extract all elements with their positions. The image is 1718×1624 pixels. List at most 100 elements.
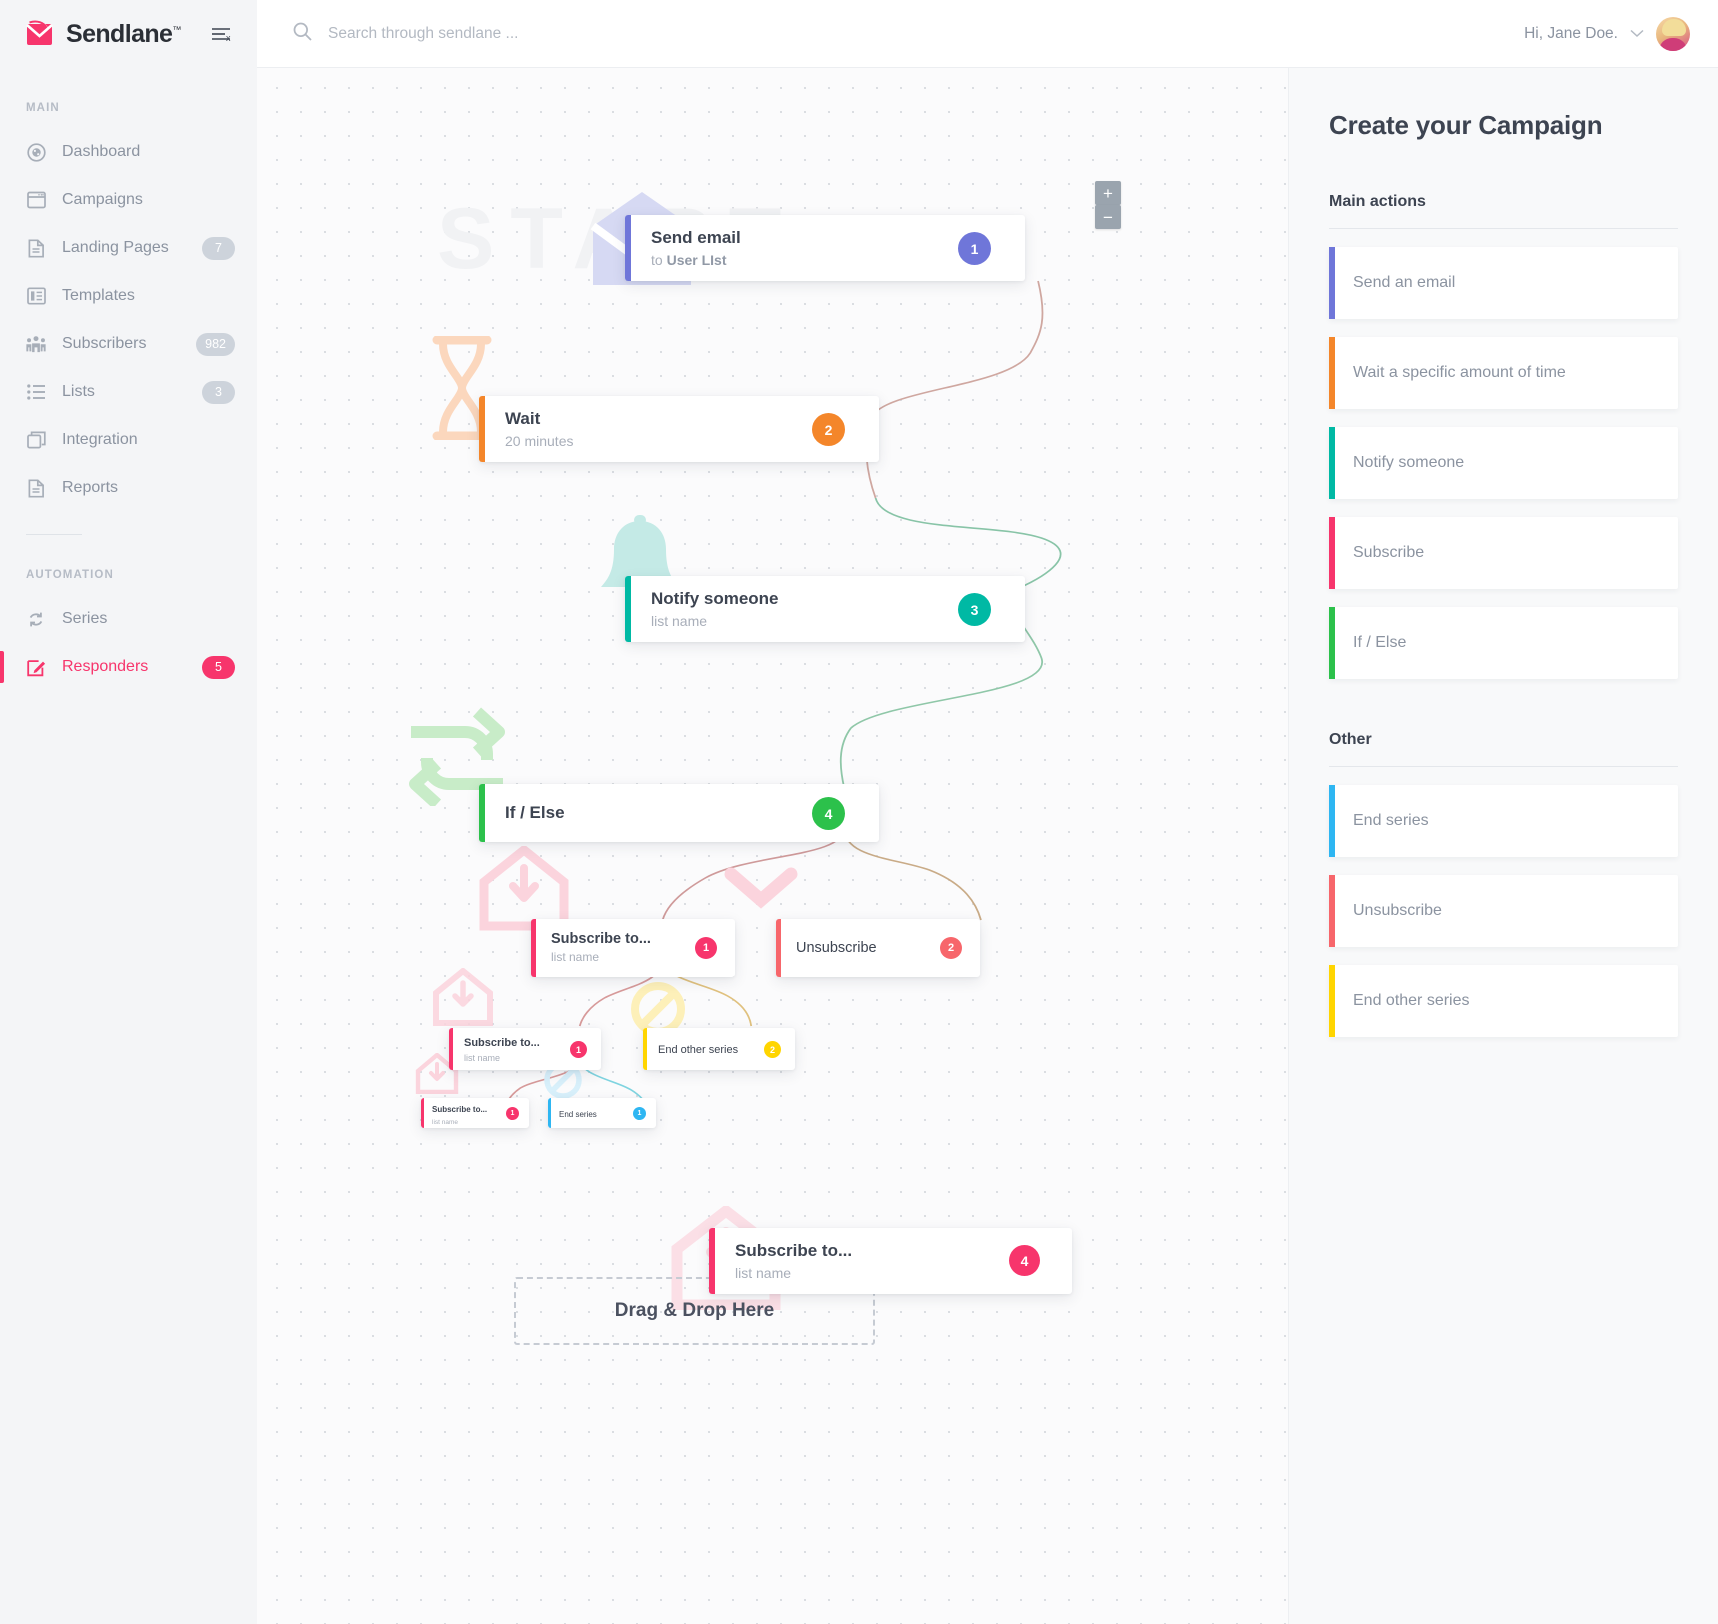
flow-node-notify-someone[interactable]: Notify someone list name 3 [625,576,1025,642]
main-area: Hi, Jane Doe. START + − [257,0,1718,1624]
node-subtitle: list name [651,612,708,629]
node-subtitle: list name [464,1053,501,1064]
node-badge: 2 [764,1041,781,1058]
sidebar-item-lists[interactable]: Lists 3 [0,368,257,416]
zoom-controls[interactable]: + − [1095,181,1121,229]
node-badge: 2 [812,413,845,446]
flow-node-end-series[interactable]: End series 1 [548,1098,656,1128]
action-label: Subscribe [1353,544,1425,561]
action-label: End other series [1353,992,1470,1009]
connector-lines [503,280,1062,1111]
sidebar-item-reports[interactable]: Reports [0,464,257,512]
node-badge: 4 [812,797,845,830]
node-text: Notify someone list name [625,588,779,629]
flow-node-send-email[interactable]: Send email to User LIst 1 [625,215,1025,281]
panel-divider [1329,228,1678,229]
sidebar-item-label: Integration [62,431,138,448]
action-accent-bar [1329,607,1335,679]
flow-node-subscribe-to-2[interactable]: Subscribe to... list name 1 [449,1028,601,1070]
edit-square-icon [26,657,46,677]
refresh-cycle-icon [26,609,46,629]
flow-node-wait[interactable]: Wait 20 minutes 2 [479,396,879,462]
chevron-down-icon[interactable] [1630,25,1644,43]
flow-canvas[interactable]: START + − Send email to User LIst 1 Wait… [257,68,1288,1624]
flow-node-unsubscribe[interactable]: Unsubscribe 2 [776,919,980,977]
node-accent-bar [421,1098,424,1128]
sidebar-item-integration[interactable]: Integration [0,416,257,464]
sidebar-item-label: Dashboard [62,143,141,160]
avatar[interactable] [1656,16,1690,51]
node-title: Subscribe to... [551,931,651,948]
flow-node-subscribe-to-4[interactable]: Subscribe to... list name 4 [709,1228,1072,1294]
sidebar-item-series[interactable]: Series [0,595,257,643]
action-end-series[interactable]: End series [1329,785,1678,857]
flow-node-subscribe-to-3[interactable]: Subscribe to... list name 1 [421,1098,529,1128]
node-subtitle: list name [551,950,600,965]
node-accent-bar [643,1028,647,1070]
sidebar-item-label: Lists [62,383,95,400]
sidebar-item-label: Templates [62,287,135,304]
action-accent-bar [1329,247,1335,319]
node-title: Notify someone [651,589,779,609]
nav-section-label-automation: AUTOMATION [26,569,114,581]
zoom-in-button[interactable]: + [1095,181,1121,205]
node-text: Subscribe to... list name [531,930,651,966]
flow-node-subscribe-to-1[interactable]: Subscribe to... list name 1 [531,919,735,977]
sidebar-item-templates[interactable]: Templates [0,272,257,320]
sidebar-item-label: Campaigns [62,191,143,208]
node-title: If / Else [505,803,565,823]
action-send-an-email[interactable]: Send an email [1329,247,1678,319]
node-accent-bar [625,215,631,281]
node-subtitle-prefix: to [651,251,667,268]
action-accent-bar [1329,427,1335,499]
sidebar-item-dashboard[interactable]: Dashboard [0,128,257,176]
sidebar-item-landing-pages[interactable]: Landing Pages 7 [0,224,257,272]
node-title: End series [559,1110,597,1119]
sidebar-item-campaigns[interactable]: Campaigns [0,176,257,224]
sendlane-logo-icon [26,20,56,48]
sidebar-item-label: Subscribers [62,335,147,352]
search-input[interactable] [328,24,748,43]
panel-divider [1329,766,1678,767]
node-text: If / Else [479,802,565,823]
action-wait-specific-amount-of-time[interactable]: Wait a specific amount of time [1329,337,1678,409]
collapse-sidebar-icon[interactable]: x [211,24,235,44]
people-icon [26,334,46,354]
node-subtitle: to User LIst [651,251,741,269]
action-if-else[interactable]: If / Else [1329,607,1678,679]
sidebar-badge: 5 [202,655,235,679]
flow-node-end-other-series[interactable]: End other series 2 [643,1028,795,1070]
node-text: End series [548,1104,597,1122]
panel-group-title-other: Other [1329,731,1372,748]
node-text: Subscribe to... list name [449,1033,540,1065]
windows-stack-icon [26,430,46,450]
flow-node-if-else[interactable]: If / Else 4 [479,784,879,842]
node-accent-bar [479,784,485,842]
node-subtitle: 20 minutes [505,432,574,449]
zoom-out-button[interactable]: − [1095,205,1121,229]
action-accent-bar [1329,517,1335,589]
layout-icon [26,286,46,306]
sidebar-item-label: Series [62,610,108,627]
node-badge: 3 [958,593,991,626]
sidebar-item-subscribers[interactable]: Subscribers 982 [0,320,257,368]
action-notify-someone[interactable]: Notify someone [1329,427,1678,499]
action-unsubscribe[interactable]: Unsubscribe [1329,875,1678,947]
action-label: Notify someone [1353,454,1465,471]
sidebar-badge: 982 [196,332,235,356]
user-menu[interactable]: Hi, Jane Doe. [1524,16,1690,51]
action-end-other-series[interactable]: End other series [1329,965,1678,1037]
action-subscribe[interactable]: Subscribe [1329,517,1678,589]
search-bar [293,22,1524,46]
sidebar-item-responders[interactable]: Responders 5 [0,643,257,691]
node-text: Wait 20 minutes [479,408,573,449]
node-title: Subscribe to... [735,1241,853,1261]
node-title: Send email [651,228,741,248]
node-badge: 2 [940,937,962,959]
node-text: Subscribe to... list name [709,1240,852,1281]
node-subtitle: list name [432,1118,459,1126]
node-text: Unsubscribe [776,939,877,957]
node-badge: 4 [1009,1245,1040,1276]
report-icon [26,478,46,498]
node-subtitle: list name [735,1264,792,1281]
